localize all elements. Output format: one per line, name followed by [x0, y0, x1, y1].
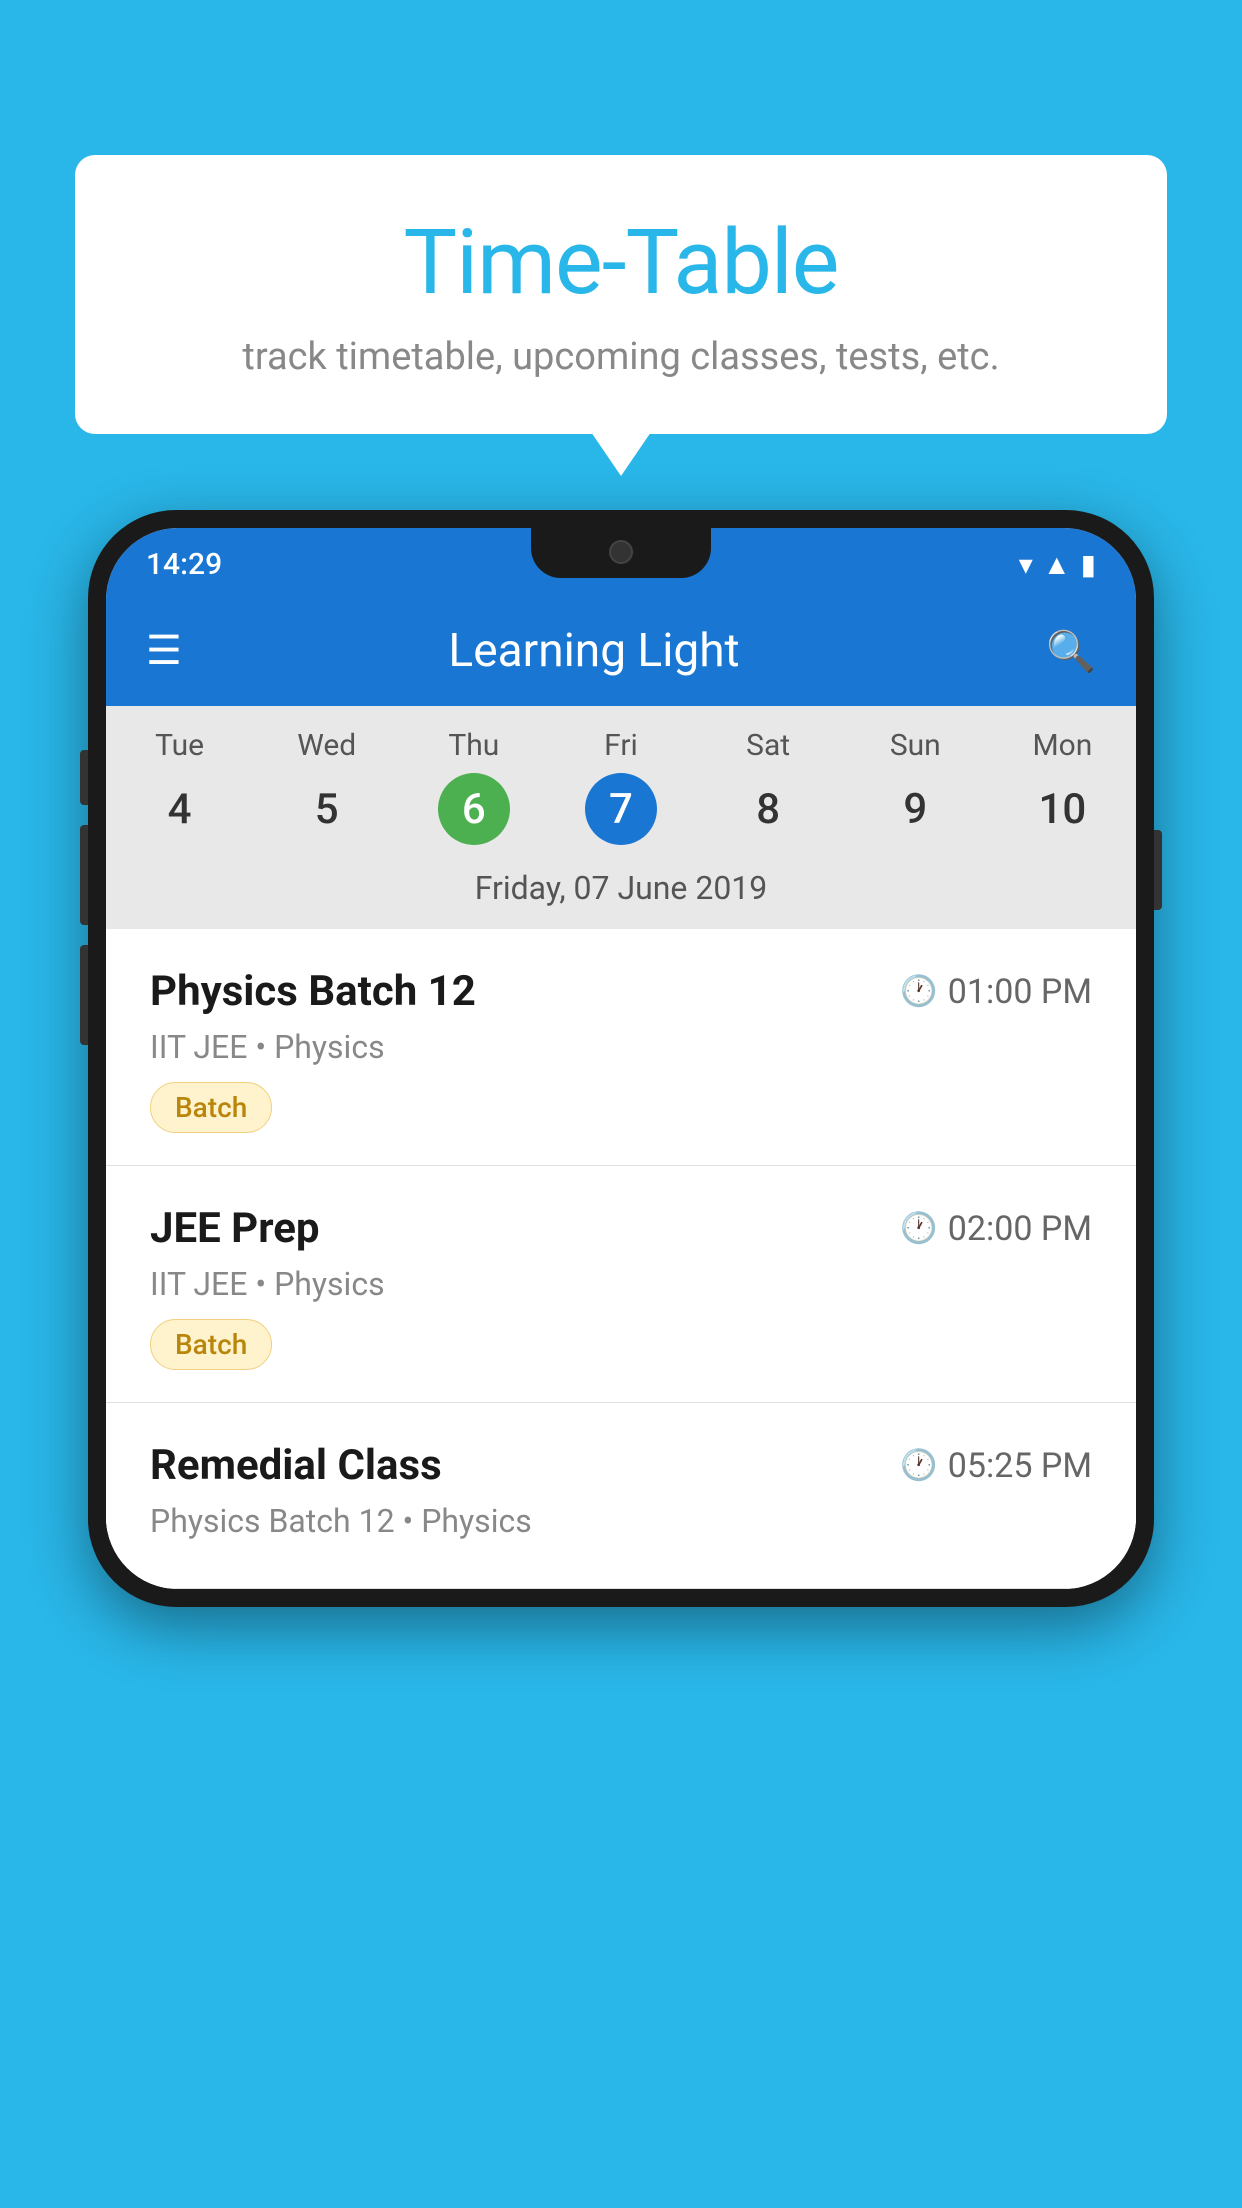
day-name: Fri	[547, 728, 694, 763]
bubble-title: Time-Table	[135, 210, 1107, 315]
volume-down-button	[80, 945, 88, 1045]
day-name: Sat	[695, 728, 842, 763]
volume-up-button	[80, 825, 88, 925]
schedule-item-subtitle: IIT JEE • Physics	[150, 1265, 1092, 1303]
search-icon[interactable]: 🔍	[1046, 628, 1096, 675]
volume-silent-button	[80, 750, 88, 805]
bubble-card: Time-Table track timetable, upcoming cla…	[75, 155, 1167, 434]
phone-mockup: 14:29 ▾ ▲ ▮ ☰ Learning Light 🔍 Tue4Wed5T…	[88, 510, 1154, 1607]
schedule-item-2[interactable]: Remedial Class 🕐 05:25 PM Physics Batch 12 …	[106, 1403, 1136, 1589]
time-text: 01:00 PM	[948, 972, 1092, 1012]
schedule-item-title: Physics Batch 12	[150, 967, 476, 1016]
day-col-4[interactable]: Tue 4	[106, 728, 253, 845]
status-icons: ▾ ▲ ▮	[1019, 548, 1096, 581]
clock-icon: 🕐	[900, 1211, 937, 1246]
day-name: Tue	[106, 728, 253, 763]
signal-icon: ▲	[1043, 548, 1071, 581]
batch-badge: Batch	[150, 1319, 272, 1370]
day-col-7[interactable]: Fri 7	[547, 728, 694, 845]
day-col-10[interactable]: Mon 10	[989, 728, 1136, 845]
calendar-strip: Tue 4 Wed 5 Thu 6 Fri 7 Sat 8 Sun 9 Mon 10 Friday, 07…	[106, 706, 1136, 929]
day-number[interactable]: 6	[438, 773, 510, 845]
bubble-subtitle: track timetable, upcoming classes, tests…	[135, 335, 1107, 379]
schedule-item-time: 🕐 02:00 PM	[900, 1209, 1092, 1249]
battery-icon: ▮	[1081, 548, 1096, 581]
app-title: Learning Light	[142, 624, 1046, 678]
status-time: 14:29	[146, 547, 222, 582]
wifi-icon: ▾	[1019, 548, 1033, 581]
schedule-item-1[interactable]: JEE Prep 🕐 02:00 PM IIT JEE • Physics Batch	[106, 1166, 1136, 1403]
day-col-9[interactable]: Sun 9	[842, 728, 989, 845]
day-number[interactable]: 8	[732, 773, 804, 845]
camera-dot	[609, 540, 633, 564]
schedule-item-header: Physics Batch 12 🕐 01:00 PM	[150, 967, 1092, 1016]
schedule-item-title: JEE Prep	[150, 1204, 320, 1253]
day-name: Thu	[400, 728, 547, 763]
day-col-8[interactable]: Sat 8	[695, 728, 842, 845]
clock-icon: 🕐	[900, 1448, 937, 1483]
schedule-item-header: Remedial Class 🕐 05:25 PM	[150, 1441, 1092, 1490]
speech-bubble: Time-Table track timetable, upcoming cla…	[75, 155, 1167, 434]
day-col-5[interactable]: Wed 5	[253, 728, 400, 845]
day-number[interactable]: 7	[585, 773, 657, 845]
batch-badge: Batch	[150, 1082, 272, 1133]
day-col-6[interactable]: Thu 6	[400, 728, 547, 845]
day-number[interactable]: 5	[291, 773, 363, 845]
schedule-item-time: 🕐 05:25 PM	[900, 1446, 1092, 1486]
day-number[interactable]: 4	[144, 773, 216, 845]
schedule-item-time: 🕐 01:00 PM	[900, 972, 1092, 1012]
schedule-list: Physics Batch 12 🕐 01:00 PM IIT JEE • Physi…	[106, 929, 1136, 1589]
days-row: Tue 4 Wed 5 Thu 6 Fri 7 Sat 8 Sun 9 Mon 10	[106, 706, 1136, 855]
schedule-item-title: Remedial Class	[150, 1441, 442, 1490]
schedule-item-0[interactable]: Physics Batch 12 🕐 01:00 PM IIT JEE • Physi…	[106, 929, 1136, 1166]
day-name: Sun	[842, 728, 989, 763]
schedule-item-header: JEE Prep 🕐 02:00 PM	[150, 1204, 1092, 1253]
clock-icon: 🕐	[900, 974, 937, 1009]
schedule-item-subtitle: IIT JEE • Physics	[150, 1028, 1092, 1066]
power-button	[1154, 830, 1162, 910]
phone-body: 14:29 ▾ ▲ ▮ ☰ Learning Light 🔍 Tue4Wed5T…	[88, 510, 1154, 1607]
app-bar: ☰ Learning Light 🔍	[106, 596, 1136, 706]
selected-date-label: Friday, 07 June 2019	[106, 855, 1136, 929]
day-name: Mon	[989, 728, 1136, 763]
day-number[interactable]: 10	[1026, 773, 1098, 845]
day-number[interactable]: 9	[879, 773, 951, 845]
time-text: 02:00 PM	[948, 1209, 1092, 1249]
phone-screen: 14:29 ▾ ▲ ▮ ☰ Learning Light 🔍 Tue4Wed5T…	[106, 528, 1136, 1589]
time-text: 05:25 PM	[948, 1446, 1092, 1486]
day-name: Wed	[253, 728, 400, 763]
schedule-item-subtitle: Physics Batch 12 • Physics	[150, 1502, 1092, 1540]
